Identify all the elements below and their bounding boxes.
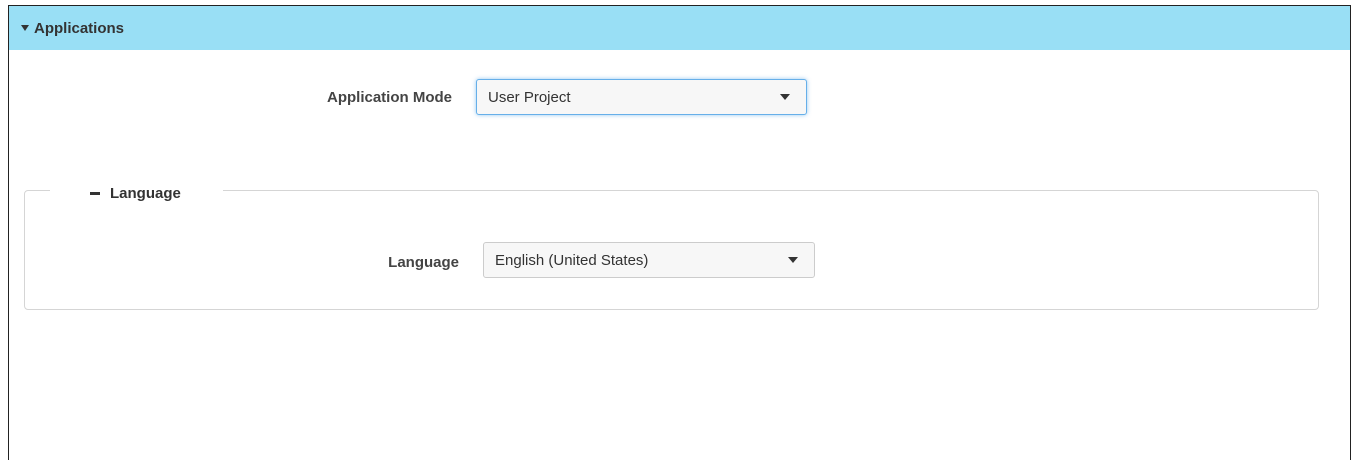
minus-icon bbox=[90, 192, 100, 195]
application-mode-select[interactable]: User Project bbox=[476, 79, 807, 115]
language-legend-title: Language bbox=[110, 185, 181, 202]
applications-section-header[interactable]: Applications bbox=[9, 6, 1350, 50]
language-value: English (United States) bbox=[495, 251, 649, 269]
section-title: Applications bbox=[34, 19, 125, 37]
language-select[interactable]: English (United States) bbox=[483, 242, 815, 278]
legend-gap bbox=[50, 182, 90, 204]
chevron-down-icon bbox=[780, 94, 790, 100]
application-mode-label: Application Mode bbox=[327, 89, 452, 106]
application-mode-value: User Project bbox=[488, 88, 571, 106]
language-legend-toggle[interactable]: Language bbox=[90, 185, 223, 202]
caret-down-icon bbox=[21, 25, 29, 31]
language-label: Language bbox=[388, 254, 459, 271]
chevron-down-icon bbox=[788, 257, 798, 263]
